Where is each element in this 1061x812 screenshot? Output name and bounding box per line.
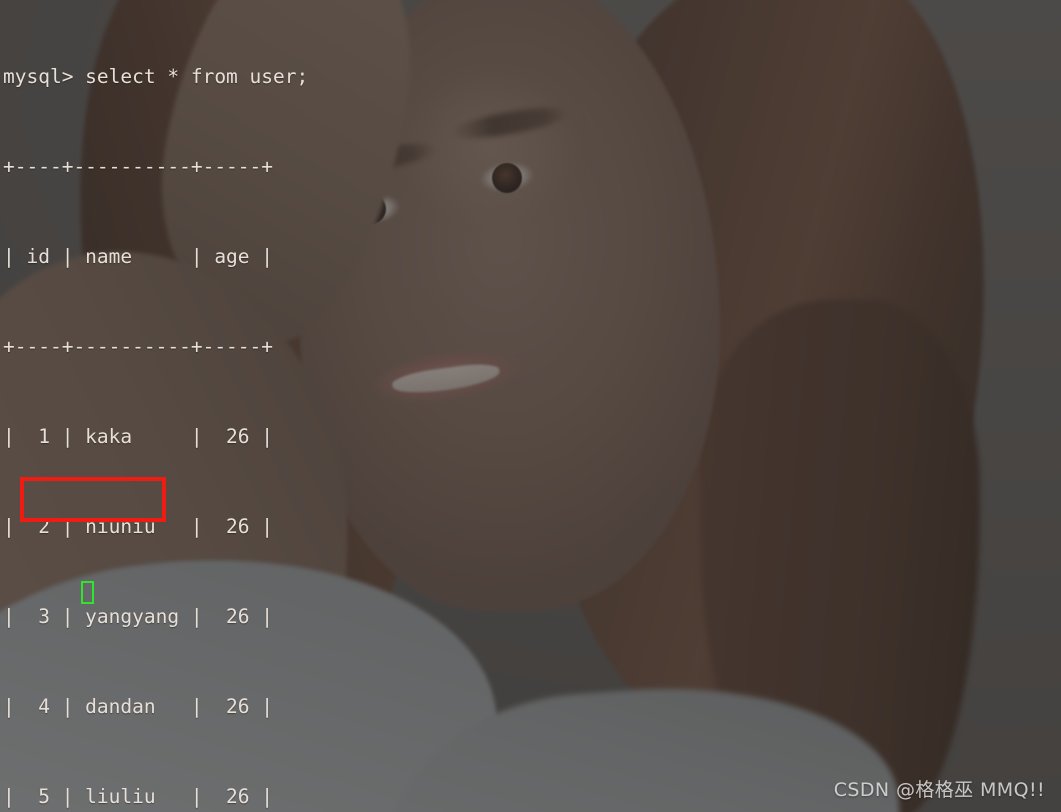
terminal-line: | 1 | kaka | 26 |: [3, 425, 274, 448]
terminal-output[interactable]: mysql> select * from user; +----+-------…: [0, 0, 1061, 812]
terminal-line: | id | name | age |: [3, 245, 274, 268]
terminal-line: +----+----------+-----+: [3, 155, 274, 178]
terminal-screenshot: mysql> select * from user; +----+-------…: [0, 0, 1061, 812]
terminal-line: | 2 | niuniu | 26 |: [3, 515, 274, 538]
terminal-line: mysql> select * from user;: [3, 65, 309, 88]
csdn-watermark: CSDN @格格巫 MMQ!!: [833, 779, 1045, 801]
block-cursor: [81, 581, 94, 604]
terminal-line: | 4 | dandan | 26 |: [3, 695, 274, 718]
terminal-line: | 5 | liuliu | 26 |: [3, 785, 274, 808]
terminal-line: | 3 | yangyang | 26 |: [3, 605, 274, 628]
terminal-line: +----+----------+-----+: [3, 335, 274, 358]
terminal-text-block: mysql> select * from user; +----+-------…: [3, 2, 731, 812]
